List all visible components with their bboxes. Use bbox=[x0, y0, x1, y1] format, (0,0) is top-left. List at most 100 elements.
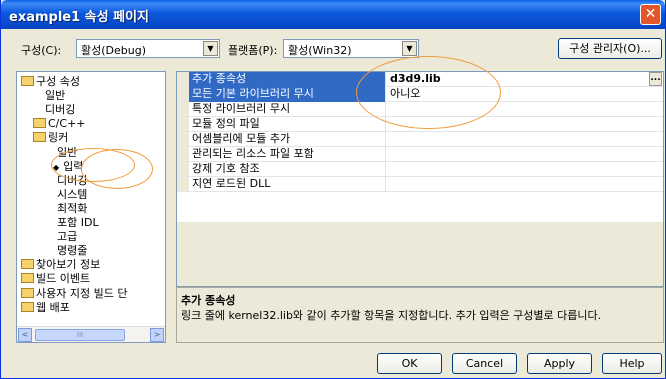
grid-property-value[interactable]: d3d9.lib bbox=[387, 72, 649, 87]
tree-item-label: 웹 배포 bbox=[36, 300, 70, 314]
grid-row[interactable]: 지연 로드된 DLL bbox=[177, 177, 663, 192]
tree-item-label: 포함 IDL bbox=[57, 216, 99, 229]
grid-row[interactable]: 관리되는 리소스 파일 포함 bbox=[177, 147, 663, 162]
tree-item-label: 디버깅 bbox=[57, 173, 88, 187]
folder-icon bbox=[21, 76, 34, 86]
grid-property-name[interactable]: 모든 기본 라이브러리 무시 bbox=[189, 87, 386, 102]
window-title: example1 속성 페이지 bbox=[9, 10, 149, 25]
description-panel: 추가 종속성 링크 줄에 kernel32.lib와 같이 추가할 항목을 지정… bbox=[176, 287, 664, 343]
grid-property-name[interactable]: 관리되는 리소스 파일 포함 bbox=[189, 147, 386, 162]
grid-property-value[interactable]: 아니오 bbox=[387, 87, 649, 102]
grid-empty-area bbox=[177, 222, 663, 286]
grid-gutter bbox=[177, 177, 189, 191]
tree-item[interactable]: 최적화 bbox=[57, 202, 87, 215]
grid-row[interactable]: 모듈 정의 파일 bbox=[177, 117, 663, 132]
grid-property-value[interactable] bbox=[387, 102, 649, 117]
property-tree[interactable]: 구성 속성 일반 디버깅 C/C++ 링커 일반 ◆ 입력 디버깅 시스템 최적화 포함 IDL 고급 명… bbox=[16, 71, 166, 343]
grid-gutter bbox=[177, 102, 189, 116]
grid-property-name[interactable]: 모듈 정의 파일 bbox=[189, 117, 386, 132]
tree-item[interactable]: 명령줄 bbox=[57, 244, 87, 257]
description-text: 링크 줄에 kernel32.lib와 같이 추가할 항목을 지정합니다. 추가… bbox=[181, 309, 602, 322]
grid-property-name[interactable]: 추가 종속성 bbox=[189, 72, 386, 87]
ok-button[interactable]: OK bbox=[377, 353, 442, 374]
tree-item[interactable]: C/C++ bbox=[33, 117, 86, 130]
tree-item-label: 링커 bbox=[48, 131, 69, 145]
folder-icon bbox=[21, 259, 34, 270]
scroll-right-icon[interactable]: > bbox=[150, 328, 164, 342]
tree-item-label: 일반 bbox=[45, 89, 66, 103]
tree-item[interactable]: 고급 bbox=[57, 230, 77, 243]
grid-property-name[interactable]: 어셈블리에 모듈 추가 bbox=[189, 132, 386, 147]
config-select-value: 활성(Debug) bbox=[81, 44, 146, 57]
cancel-button[interactable]: Cancel bbox=[452, 353, 517, 374]
folder-icon bbox=[33, 132, 46, 143]
tree-item[interactable]: ◆ 입력 bbox=[53, 160, 83, 173]
grid-property-value[interactable] bbox=[387, 177, 649, 192]
grid-property-name[interactable]: 강제 기호 참조 bbox=[189, 162, 386, 177]
tree-item-label: 입력 bbox=[63, 159, 84, 173]
platform-label: 플랫폼(P): bbox=[228, 44, 278, 57]
grid-gutter bbox=[177, 72, 189, 86]
help-button[interactable]: Help bbox=[602, 353, 662, 374]
grid-gutter bbox=[177, 147, 189, 161]
grid-row[interactable]: 어셈블리에 모듈 추가 bbox=[177, 132, 663, 147]
config-label: 구성(C): bbox=[21, 44, 62, 57]
grid-property-name[interactable]: 지연 로드된 DLL bbox=[189, 177, 386, 192]
current-item-marker-icon: ◆ bbox=[53, 162, 60, 172]
tree-item[interactable]: 사용자 지정 빌드 단 bbox=[21, 287, 127, 300]
chevron-down-icon[interactable]: ▼ bbox=[203, 41, 218, 56]
tree-item-label: 명령줄 bbox=[57, 244, 88, 258]
grid-property-value[interactable] bbox=[387, 162, 649, 177]
grid-property-value[interactable] bbox=[387, 147, 649, 162]
browse-button[interactable]: ... bbox=[649, 72, 662, 86]
tree-item[interactable]: 디버깅 bbox=[57, 174, 87, 187]
tree-item[interactable]: 일반 bbox=[45, 89, 65, 102]
property-grid[interactable]: 추가 종속성 d3d9.lib... 모든 기본 라이브러리 무시 아니오 특정 라이브… bbox=[176, 71, 664, 287]
tree-item[interactable]: 빌드 이벤트 bbox=[21, 272, 90, 285]
folder-icon bbox=[33, 118, 46, 129]
horizontal-scrollbar[interactable]: < III > bbox=[17, 326, 165, 342]
description-title: 추가 종속성 bbox=[181, 294, 236, 307]
tree-item-label: 구성 속성 bbox=[36, 75, 80, 88]
tree-item-label: 디버깅 bbox=[45, 103, 76, 117]
grid-gutter bbox=[177, 162, 189, 176]
tree-item-label: 최적화 bbox=[57, 201, 88, 215]
tree-item[interactable]: 찾아보기 정보 bbox=[21, 258, 100, 271]
tree-item[interactable]: 웹 배포 bbox=[21, 301, 70, 314]
close-button[interactable]: ✕ bbox=[640, 4, 661, 25]
tree-item[interactable]: 포함 IDL bbox=[57, 216, 99, 229]
grid-property-value[interactable] bbox=[387, 117, 649, 132]
folder-icon bbox=[21, 301, 34, 312]
grid-gutter bbox=[177, 87, 189, 101]
tree-item-label: 찾아보기 정보 bbox=[36, 258, 101, 272]
grid-gutter bbox=[177, 117, 189, 131]
tree-item[interactable]: 디버깅 bbox=[45, 103, 75, 116]
tree-item[interactable]: 시스템 bbox=[57, 188, 87, 201]
tree-item[interactable]: 링커 bbox=[33, 131, 68, 144]
config-select[interactable]: 활성(Debug) ▼ bbox=[76, 39, 220, 58]
grid-row[interactable]: 추가 종속성 d3d9.lib... bbox=[177, 72, 663, 87]
folder-icon bbox=[21, 273, 34, 284]
grid-property-value[interactable] bbox=[387, 132, 649, 147]
folder-icon bbox=[21, 287, 34, 298]
platform-select[interactable]: 활성(Win32) ▼ bbox=[283, 39, 419, 58]
config-manager-button[interactable]: 구성 관리자(O)... bbox=[558, 38, 662, 59]
grid-row[interactable]: 모든 기본 라이브러리 무시 아니오 bbox=[177, 87, 663, 102]
chevron-down-icon[interactable]: ▼ bbox=[402, 41, 417, 56]
grid-row[interactable]: 강제 기호 참조 bbox=[177, 162, 663, 177]
apply-button[interactable]: Apply bbox=[527, 353, 592, 374]
scroll-left-icon[interactable]: < bbox=[18, 328, 32, 342]
tree-item-label: 시스템 bbox=[57, 187, 88, 201]
platform-select-value: 활성(Win32) bbox=[288, 44, 352, 57]
tree-item-label: 사용자 지정 빌드 단 bbox=[36, 286, 128, 300]
tree-item[interactable]: 구성 속성 bbox=[21, 75, 80, 88]
scroll-thumb[interactable]: III bbox=[35, 329, 125, 341]
grid-gutter bbox=[177, 132, 189, 146]
tree-item-label: 고급 bbox=[57, 230, 78, 244]
grid-property-name[interactable]: 특정 라이브러리 무시 bbox=[189, 102, 386, 117]
grid-row[interactable]: 특정 라이브러리 무시 bbox=[177, 102, 663, 117]
tree-item[interactable]: 일반 bbox=[57, 146, 77, 159]
tree-item-label: 일반 bbox=[57, 145, 78, 159]
title-bar[interactable]: example1 속성 페이지 ✕ bbox=[1, 0, 665, 29]
properties-window: example1 속성 페이지 ✕ 구성(C): 활성(Debug) ▼ 플랫폼… bbox=[0, 0, 666, 379]
